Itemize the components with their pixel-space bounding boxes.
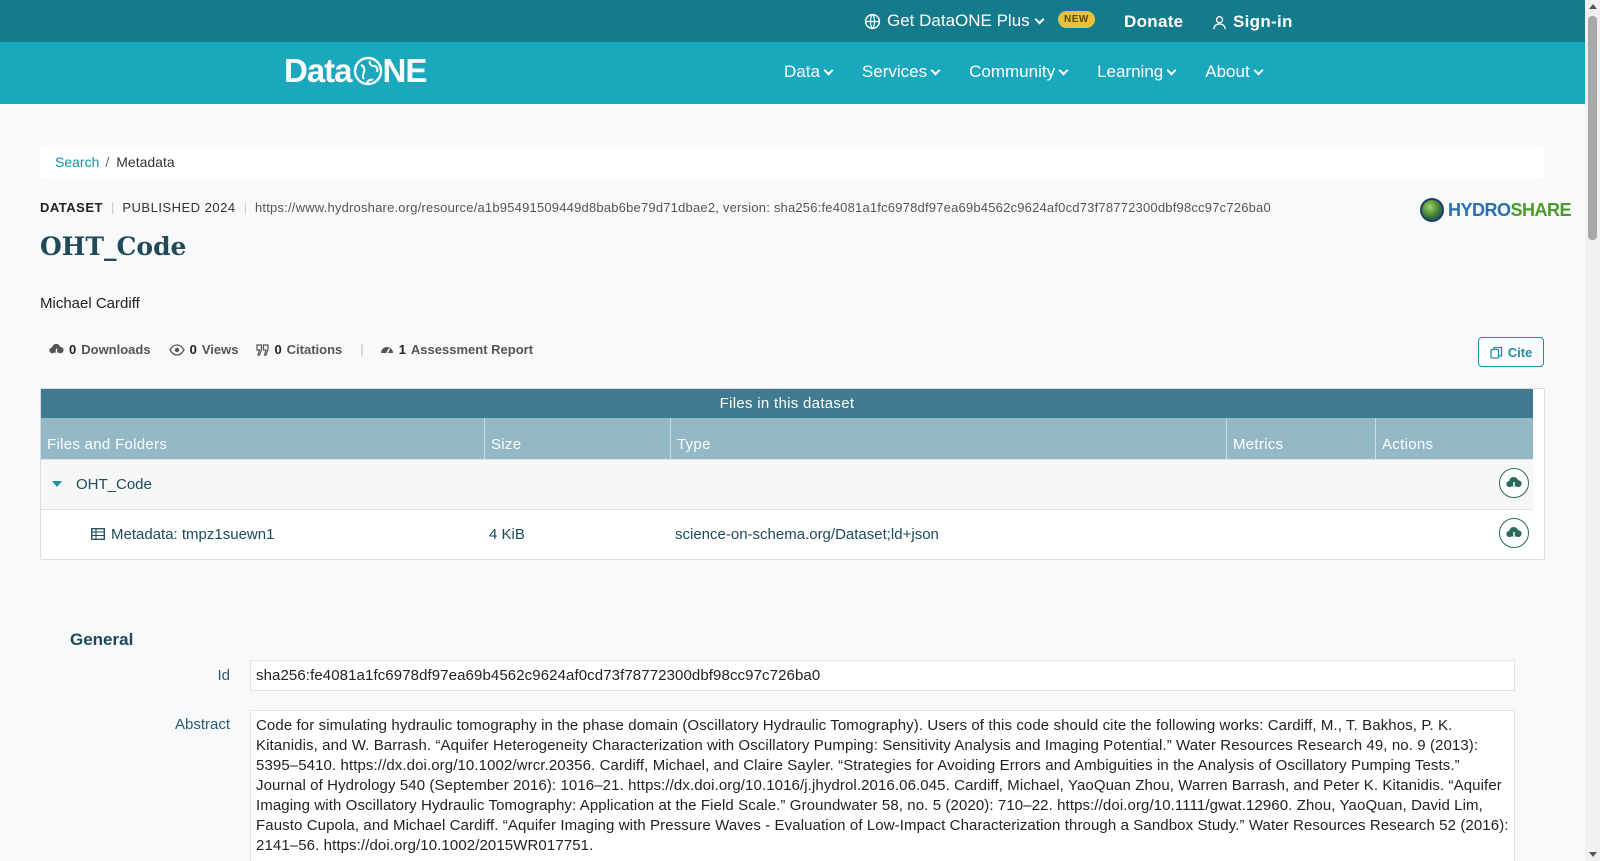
nav-item-about[interactable]: About: [1205, 62, 1264, 82]
quote-icon: [256, 343, 270, 356]
dataone-logo[interactable]: Data NE: [284, 52, 428, 90]
globe-logo-icon: [353, 56, 382, 86]
author-name[interactable]: Michael Cardiff: [40, 295, 140, 312]
dataset-stats: 0 Downloads 0 Views 0 Citations | 1 Asse…: [49, 342, 551, 357]
files-table-caption: Files in this dataset: [41, 389, 1533, 418]
column-header-actions: Actions: [1375, 418, 1533, 459]
main-nav: Data NE Data Services Community Learning…: [0, 42, 1585, 104]
download-folder-button[interactable]: [1499, 468, 1529, 498]
top-bar: Get DataONE Plus NEW Donate Sign-in: [0, 0, 1585, 42]
cloud-download-icon: [1506, 526, 1522, 540]
column-header-files[interactable]: Files and Folders: [41, 418, 484, 459]
sign-in-label: Sign-in: [1233, 12, 1293, 31]
citations-count: 0: [274, 342, 282, 357]
chevron-down-icon: [1034, 14, 1045, 24]
scroll-up-arrow-icon[interactable]: [1589, 4, 1597, 9]
breadcrumb-current: Metadata: [116, 154, 175, 170]
table-row-folder[interactable]: OHT_Code: [41, 459, 1533, 509]
sign-in-link[interactable]: Sign-in: [1212, 12, 1293, 32]
id-label: Id: [217, 667, 230, 684]
gauge-icon: [380, 347, 393, 354]
nav-item-label: About: [1205, 62, 1250, 81]
logo-text-left: Data: [284, 52, 353, 89]
divider: |: [360, 342, 364, 357]
get-dataone-plus-label: Get DataONE Plus: [887, 11, 1030, 30]
hydroshare-logo[interactable]: HYDROSHARE: [1420, 198, 1572, 222]
nav-item-label: Data: [784, 62, 820, 81]
cite-label: Cite: [1507, 344, 1533, 360]
logo-text-right: NE: [382, 52, 428, 89]
chevron-down-icon: [1253, 65, 1264, 75]
download-file-button[interactable]: [1499, 518, 1529, 548]
file-name[interactable]: Metadata: tmpz1suewn1: [111, 526, 274, 543]
views-label: Views: [201, 342, 239, 357]
dataset-identifier[interactable]: https://www.hydroshare.org/resource/a1b9…: [255, 200, 1271, 215]
nav-item-label: Services: [861, 62, 928, 81]
user-icon: [1213, 15, 1226, 29]
hydroshare-logo-text-left: HYDRO: [1448, 199, 1511, 220]
nav-item-services[interactable]: Services: [861, 62, 941, 82]
folder-name[interactable]: OHT_Code: [76, 476, 152, 493]
chevron-down-icon: [1058, 65, 1069, 75]
donate-link[interactable]: Donate: [1124, 12, 1183, 32]
assessment-stat[interactable]: 1 Assessment Report: [380, 342, 533, 357]
column-header-type[interactable]: Type: [670, 418, 1226, 459]
get-dataone-plus-menu[interactable]: Get DataONE Plus: [864, 11, 1045, 31]
nav-menu: Data Services Community Learning About: [784, 62, 1292, 82]
cloud-download-icon: [49, 343, 64, 356]
files-table-header: Files and Folders Size Type Metrics Acti…: [41, 418, 1533, 459]
breadcrumb: Search / Metadata: [40, 145, 1544, 179]
assessment-label: Assessment Report: [410, 342, 534, 357]
views-stat[interactable]: 0 Views: [168, 342, 239, 357]
caret-down-icon[interactable]: [52, 481, 62, 487]
hydroshare-globe-icon: [1420, 198, 1444, 222]
breadcrumb-separator: /: [105, 154, 110, 170]
scroll-down-arrow-icon[interactable]: [1589, 852, 1597, 857]
scrollbar-thumb[interactable]: [1588, 16, 1597, 240]
file-size: 4 KiB: [489, 526, 525, 543]
globe-sparkle-icon: [864, 13, 881, 29]
chevron-down-icon: [1166, 65, 1177, 75]
cloud-download-icon: [1506, 476, 1522, 490]
abstract-label: Abstract: [174, 716, 230, 733]
copy-icon: [1490, 346, 1502, 359]
downloads-stat[interactable]: 0 Downloads: [49, 342, 151, 357]
eye-icon: [168, 343, 185, 356]
divider: |: [243, 200, 247, 215]
published-label: PUBLISHED 2024: [122, 200, 236, 215]
views-count: 0: [189, 342, 197, 357]
new-badge: NEW: [1058, 11, 1095, 28]
citations-label: Citations: [286, 342, 343, 357]
citations-stat[interactable]: 0 Citations: [256, 342, 342, 357]
id-value: sha256:fe4081a1fc6978df97ea69b4562c9624a…: [250, 660, 1515, 691]
table-icon: [91, 528, 105, 540]
nav-item-community[interactable]: Community: [969, 62, 1069, 82]
nav-item-label: Learning: [1097, 62, 1164, 81]
downloads-label: Downloads: [81, 342, 151, 357]
files-table: Files in this dataset Files and Folders …: [40, 388, 1545, 560]
abstract-value: Code for simulating hydraulic tomography…: [250, 710, 1515, 861]
divider: |: [110, 200, 115, 215]
general-heading: General: [70, 630, 134, 649]
chevron-down-icon: [823, 65, 834, 75]
nav-item-learning[interactable]: Learning: [1097, 62, 1177, 82]
nav-item-label: Community: [969, 62, 1056, 81]
page-title: OHT_Code: [40, 232, 187, 261]
nav-item-data[interactable]: Data: [784, 62, 834, 82]
column-header-metrics: Metrics: [1226, 418, 1375, 459]
breadcrumb-search-link[interactable]: Search: [55, 154, 99, 170]
hydroshare-logo-text-right: SHARE: [1510, 199, 1572, 220]
table-row-file[interactable]: Metadata: tmpz1suewn1 4 KiB science-on-s…: [41, 509, 1533, 559]
cite-button[interactable]: Cite: [1478, 337, 1544, 367]
assessment-count: 1: [398, 342, 406, 357]
page-scrollbar[interactable]: [1585, 0, 1600, 861]
dataset-meta-row: DATASET | PUBLISHED 2024 | https://www.h…: [40, 200, 1271, 215]
dataset-type-label: DATASET: [40, 200, 103, 215]
file-type: science-on-schema.org/Dataset;ld+json: [675, 526, 939, 543]
column-header-size[interactable]: Size: [484, 418, 670, 459]
downloads-count: 0: [69, 342, 77, 357]
chevron-down-icon: [930, 65, 941, 75]
